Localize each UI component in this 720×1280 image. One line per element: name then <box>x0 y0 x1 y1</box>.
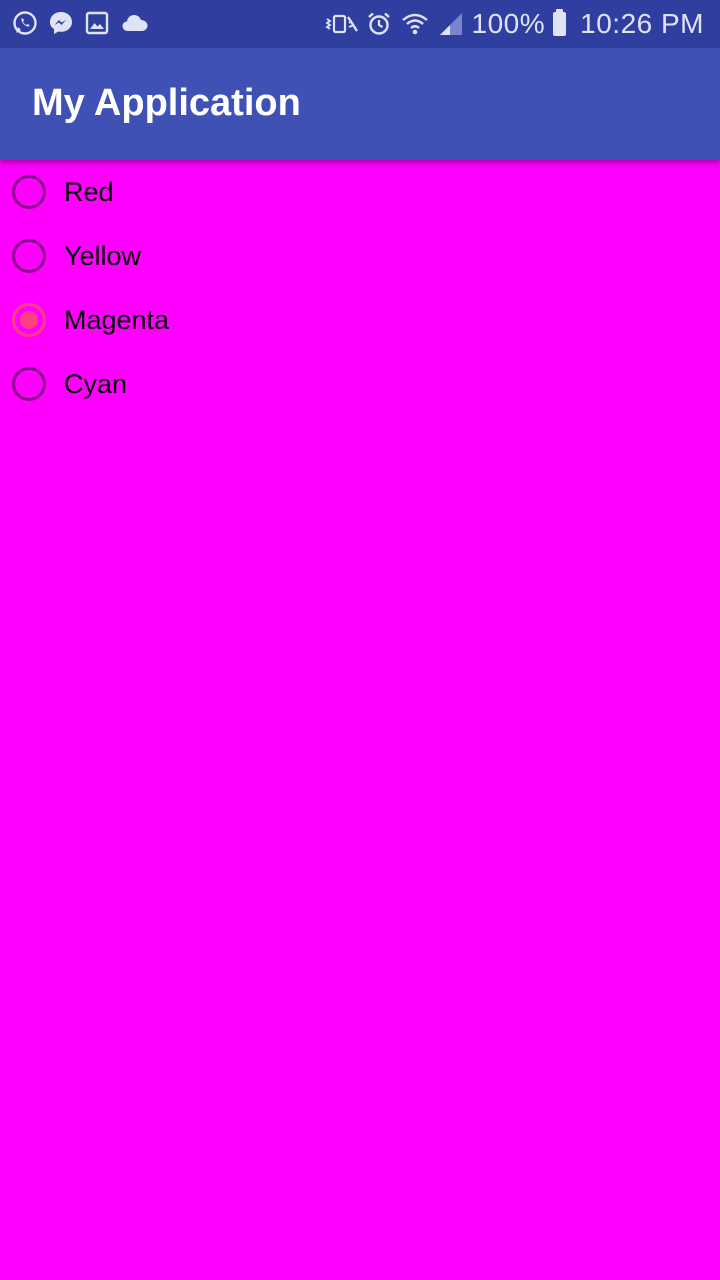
battery-icon <box>553 9 567 36</box>
wifi-icon <box>400 11 430 37</box>
radio-label: Cyan <box>64 368 128 399</box>
radio-button-icon[interactable] <box>12 239 46 273</box>
content-area: Red Yellow Magenta Cyan <box>0 160 720 1280</box>
battery-percentage: 100% <box>471 8 546 39</box>
messenger-icon <box>48 10 74 36</box>
screen: 100% 10:26 PM My Application Red Yellow … <box>0 0 720 1280</box>
radio-button-icon[interactable] <box>12 175 46 209</box>
radio-option-magenta[interactable]: Magenta <box>10 296 169 344</box>
whatsapp-icon <box>12 10 38 36</box>
signal-icon <box>438 11 464 37</box>
status-bar: 100% 10:26 PM <box>0 0 720 48</box>
radio-label: Magenta <box>64 304 170 335</box>
app-title: My Application <box>32 82 301 124</box>
radio-label: Yellow <box>64 240 142 271</box>
radio-option-yellow[interactable]: Yellow <box>10 232 141 280</box>
system-status: 100% 10:26 PM <box>324 0 704 48</box>
radio-label: Red <box>64 176 114 207</box>
radio-option-cyan[interactable]: Cyan <box>10 360 127 408</box>
app-bar: My Application <box>0 48 720 160</box>
vibrate-mute-icon <box>324 11 358 37</box>
clock: 10:26 PM <box>580 8 704 39</box>
cloud-icon <box>120 10 150 36</box>
notification-icons <box>12 10 150 36</box>
radio-button-icon[interactable] <box>12 367 46 401</box>
radio-option-red[interactable]: Red <box>10 168 114 216</box>
gallery-icon <box>84 10 110 36</box>
alarm-icon <box>366 11 392 37</box>
radio-button-checked-icon[interactable] <box>12 303 46 337</box>
